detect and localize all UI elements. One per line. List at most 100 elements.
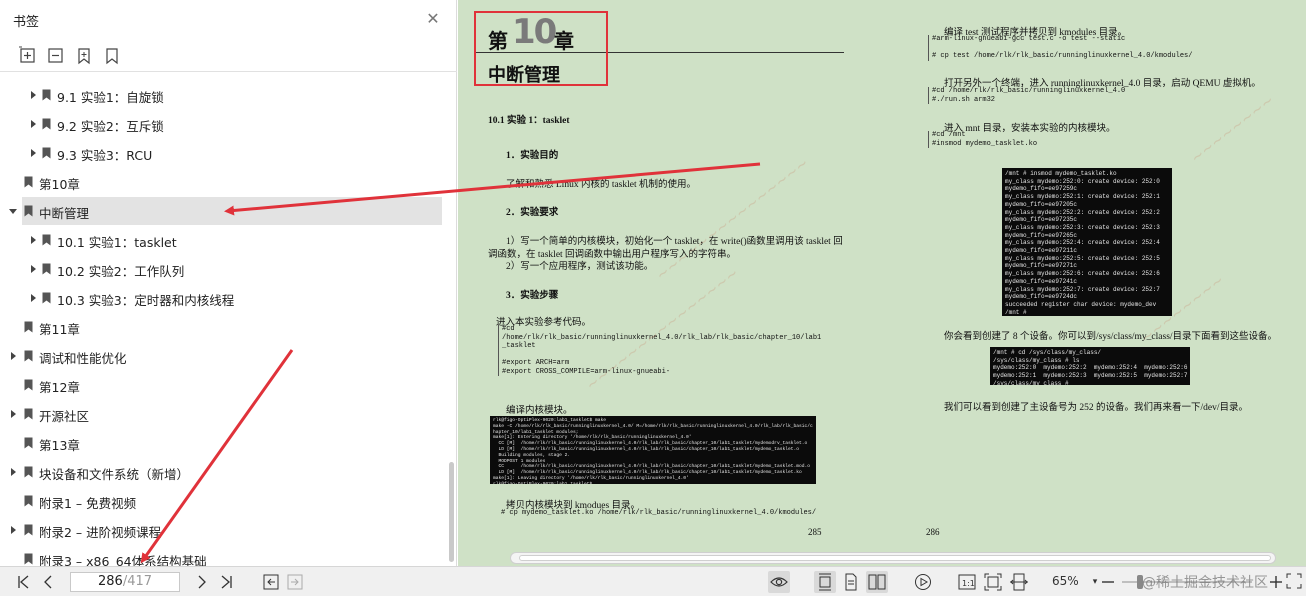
page-number-286: 286	[926, 527, 940, 537]
bookmark-icon	[42, 118, 51, 130]
bookmark-icon	[24, 524, 33, 536]
bookmark-icon	[42, 89, 51, 101]
expand-arrow-icon[interactable]	[28, 235, 38, 245]
sidebar-item-label: 第12章	[39, 380, 80, 395]
expand-arrow-icon[interactable]	[8, 525, 18, 535]
bookmark-icon	[24, 495, 33, 507]
total-pages: /417	[122, 574, 153, 589]
sidebar-item-label: 第11章	[39, 322, 80, 337]
sidebar-item[interactable]: 开源社区	[11, 400, 442, 428]
fit-page-icon[interactable]	[982, 571, 1004, 593]
expand-arrow-icon[interactable]	[28, 119, 38, 129]
right-text-5: 我们可以看到创建了主设备号为 252 的设备。我们再来看一下/dev/目录。	[944, 403, 1248, 413]
sidebar-item[interactable]: 块设备和文件系统（新增）	[11, 458, 442, 486]
sidebar-toolbar	[0, 40, 457, 72]
bookmark-icon	[24, 350, 33, 362]
sidebar-item[interactable]: 10.2 实验2：工作队列	[22, 255, 442, 283]
sidebar-item[interactable]: 附录1 – 免费视频	[22, 487, 442, 515]
expand-arrow-icon[interactable]	[8, 409, 18, 419]
zoom-out-icon[interactable]	[1097, 571, 1119, 593]
sidebar-item-label: 调试和性能优化	[39, 351, 127, 366]
sidebar-item-label: 10.2 实验2：工作队列	[57, 264, 185, 279]
sidebar-item[interactable]: 10.3 实验3：定时器和内核线程	[22, 284, 442, 312]
horizontal-scrollbar[interactable]	[510, 552, 1276, 564]
sidebar-item[interactable]: 调试和性能优化	[11, 342, 442, 370]
single-page-icon[interactable]	[840, 571, 862, 593]
fit-width-icon[interactable]	[1008, 571, 1030, 593]
bookmark-icon	[24, 437, 33, 449]
sidebar-item[interactable]: 9.2 实验2：互斥锁	[22, 110, 442, 138]
code-insmod: #cd /mnt #insmod mydemo_tasklet.ko	[928, 131, 1037, 148]
sidebar-item-label: 开源社区	[39, 409, 90, 424]
terminal-insmod-output: /mnt # insmod mydemo_tasklet.ko my_class…	[1002, 168, 1172, 316]
expand-arrow-icon[interactable]	[8, 467, 18, 477]
prev-page-icon[interactable]	[37, 571, 59, 593]
close-icon[interactable]: ✕	[424, 10, 442, 28]
fullscreen-icon[interactable]	[1284, 571, 1304, 593]
add-bookmark-icon[interactable]	[74, 46, 94, 66]
bookmark-icon	[24, 553, 33, 565]
collapse-all-icon[interactable]	[46, 46, 66, 66]
sidebar-item[interactable]: 10.1 实验1：tasklet	[22, 226, 442, 254]
play-icon[interactable]	[912, 571, 934, 593]
terminal-make-output: rlk@figo-OptiPlex-9020:lab1_tasklet$ mak…	[490, 416, 816, 484]
code-copy-module: # cp mydemo_tasklet.ko /home/rlk/rlk_bas…	[501, 509, 817, 517]
page-number-input[interactable]: 286/417	[70, 572, 180, 592]
sidebar-item-label: 9.1 实验1：自旋锁	[57, 90, 164, 105]
forward-view-icon[interactable]	[284, 571, 306, 593]
continuous-scroll-icon[interactable]	[814, 571, 836, 593]
back-view-icon[interactable]	[260, 571, 282, 593]
requirements-text-3: 2）写一个应用程序，测试该功能。	[506, 262, 654, 272]
expand-arrow-icon[interactable]	[28, 293, 38, 303]
bookmark-icon[interactable]	[102, 46, 122, 66]
sidebar-item-label: 10.3 实验3：定时器和内核线程	[57, 293, 235, 308]
pdf-reader-window: 书签 ✕ 9.1 实验1：自旋锁 9.2 实验2：互斥锁 9.3 实验3：RCU 第1…	[0, 0, 1306, 596]
page-number-285: 285	[808, 527, 822, 537]
page-285: 第 10 章 中断管理 10.1 实验 1：tasklet 1．实验目的 了解和…	[458, 0, 882, 548]
bookmark-icon	[42, 263, 51, 275]
sidebar-item-label: 附录1 – 免费视频	[39, 496, 137, 511]
sidebar-item[interactable]: 第13章	[22, 429, 442, 457]
eye-icon[interactable]	[768, 571, 790, 593]
actual-size-icon[interactable]: 1:1	[956, 571, 978, 593]
page-watermark: ~~~~~~~~	[1187, 90, 1278, 168]
site-watermark: @稀土掘金技术社区	[1142, 575, 1268, 591]
sidebar-item-label: 第13章	[39, 438, 80, 453]
steps-heading: 3．实验步骤	[506, 291, 559, 301]
code-compile-test: #arm-linux-gnueabi-gcc test.c -o test --…	[928, 35, 1192, 61]
expand-arrow-icon[interactable]	[28, 90, 38, 100]
bookmark-icon	[24, 379, 33, 391]
sidebar-item[interactable]: 中断管理	[9, 197, 442, 225]
document-view[interactable]: 第 10 章 中断管理 10.1 实验 1：tasklet 1．实验目的 了解和…	[458, 0, 1306, 566]
next-page-icon[interactable]	[191, 571, 213, 593]
sidebar-item-label: 块设备和文件系统（新增）	[39, 467, 190, 482]
expand-all-icon[interactable]	[18, 46, 38, 66]
sidebar-scrollbar[interactable]	[449, 462, 454, 562]
requirements-text-1: 1）写一个简单的内核模块，初始化一个 tasklet，在 write()函数里调…	[506, 237, 843, 247]
expand-arrow-icon[interactable]	[28, 148, 38, 158]
sidebar-item[interactable]: 第11章	[22, 313, 442, 341]
collapse-arrow-icon[interactable]	[8, 206, 18, 216]
sidebar-item-label: 第10章	[39, 177, 80, 192]
first-page-icon[interactable]	[13, 571, 35, 593]
expand-arrow-icon[interactable]	[8, 351, 18, 361]
bookmark-icon	[42, 147, 51, 159]
two-page-icon[interactable]	[866, 571, 888, 593]
sidebar-header: 书签 ✕	[0, 0, 457, 40]
sidebar-item-label: 附录2 – 进阶视频课程	[39, 525, 162, 540]
expand-arrow-icon[interactable]	[28, 264, 38, 274]
zoom-level[interactable]: 65%	[1052, 574, 1079, 588]
bookmark-icon	[24, 466, 33, 478]
horizontal-scroll-thumb[interactable]	[519, 555, 1271, 561]
last-page-icon[interactable]	[215, 571, 237, 593]
sidebar-item[interactable]: 9.3 实验3：RCU	[22, 139, 442, 167]
sidebar-item[interactable]: 9.1 实验1：自旋锁	[22, 81, 442, 109]
svg-text:1:1: 1:1	[962, 579, 975, 588]
bookmark-icon	[42, 292, 51, 304]
sidebar-item[interactable]: 第12章	[22, 371, 442, 399]
sidebar-item[interactable]: 第10章	[22, 168, 442, 196]
code-run-qemu: #cd /home/rlk/rlk_basic/runninglinuxkern…	[928, 87, 1125, 104]
right-text-4: 你会看到创建了 8 个设备。你可以到/sys/class/my_class/目录…	[944, 332, 1278, 342]
requirements-heading: 2．实验要求	[506, 208, 559, 218]
sidebar-item[interactable]: 附录2 – 进阶视频课程	[11, 516, 442, 544]
